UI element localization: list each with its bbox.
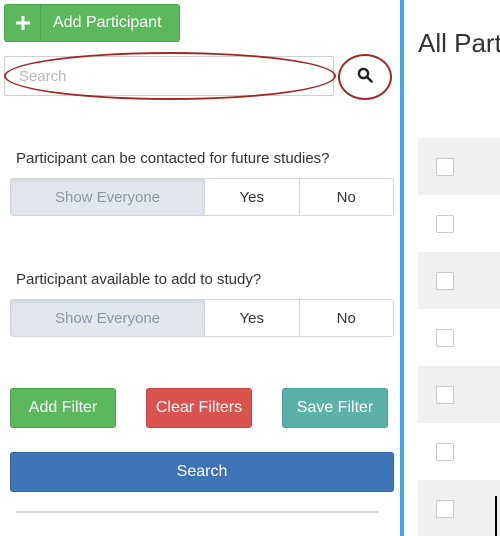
row-checkbox[interactable] [436,499,454,518]
page-title: All Part [418,28,500,58]
search-input[interactable] [4,56,334,96]
add-participant-button[interactable]: Add Participant [4,4,180,42]
table-row [418,423,500,480]
availability-option-show-everyone[interactable]: Show Everyone [11,300,204,336]
search-button[interactable]: Search [10,452,394,492]
row-checkbox[interactable] [436,157,454,176]
availability-option-no[interactable]: No [298,300,394,336]
table-row [418,366,500,423]
row-checkbox[interactable] [436,328,454,347]
participants-panel: All Part [404,0,500,536]
add-filter-button[interactable]: Add Filter [10,388,116,428]
filter-question-availability: Participant available to add to study? [16,271,262,288]
table-row [418,195,500,252]
search-bar [4,52,392,100]
text-cursor [495,496,497,536]
row-checkbox[interactable] [436,214,454,233]
contact-option-yes[interactable]: Yes [204,179,299,215]
contact-option-show-everyone[interactable]: Show Everyone [11,179,204,215]
table-row [418,309,500,366]
add-participant-label: Add Participant [53,14,162,31]
sidebar-divider [16,511,378,513]
save-filter-button[interactable]: Save Filter [282,388,388,428]
availability-option-yes[interactable]: Yes [204,300,299,336]
clear-filters-button[interactable]: Clear Filters [146,388,252,428]
table-row [418,138,500,195]
table-row [418,480,500,536]
filter-sidebar: Add Participant Participant can be conta… [0,0,400,536]
row-checkbox[interactable] [436,442,454,461]
table-row [418,252,500,309]
contact-filter-toggle: Show Everyone Yes No [10,178,394,216]
search-submit-button[interactable] [338,54,392,100]
plus-icon [5,5,41,41]
row-checkbox[interactable] [436,271,454,290]
availability-filter-toggle: Show Everyone Yes No [10,299,394,337]
row-checkbox[interactable] [436,385,454,404]
contact-option-no[interactable]: No [298,179,394,215]
filter-question-contact: Participant can be contacted for future … [16,150,330,167]
search-icon [357,67,373,88]
